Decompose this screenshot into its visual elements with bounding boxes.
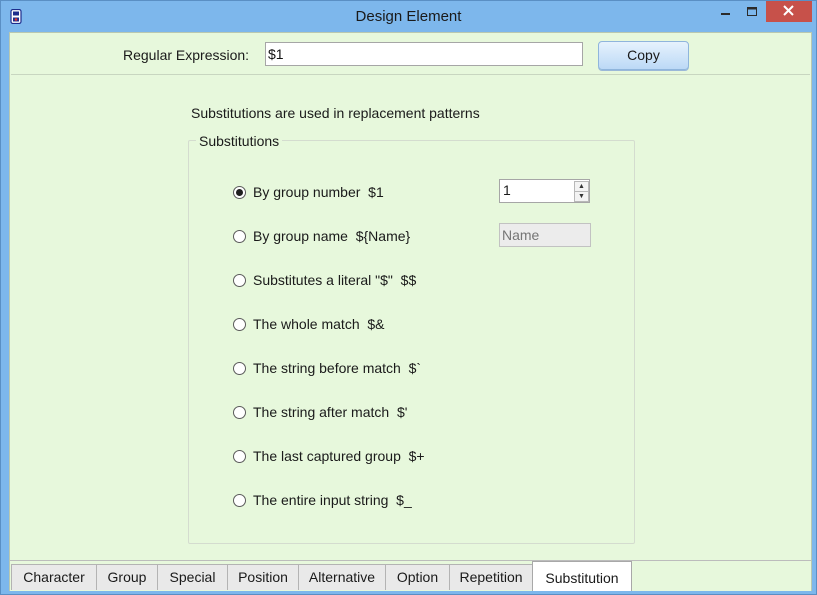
copy-button[interactable]: Copy <box>598 41 689 70</box>
header-divider <box>11 74 810 75</box>
minimize-button[interactable] <box>712 1 738 22</box>
close-icon <box>783 5 794 16</box>
radio-button[interactable] <box>233 361 246 375</box>
tab-substitution[interactable]: Substitution <box>532 561 632 591</box>
option-label: The string before match $` <box>253 360 422 376</box>
option-last-captured[interactable]: The last captured group $+ <box>233 447 425 465</box>
radio-button[interactable] <box>233 273 246 287</box>
option-label: The whole match $& <box>253 316 385 332</box>
tab-character[interactable]: Character <box>11 564 97 590</box>
option-label: By group number $1 <box>253 184 384 200</box>
tab-position[interactable]: Position <box>227 564 299 590</box>
groupbox-title: Substitutions <box>196 133 283 149</box>
option-literal-dollar[interactable]: Substitutes a literal "$" $$ <box>233 271 416 289</box>
option-label: By group name ${Name} <box>253 228 411 244</box>
option-entire-input[interactable]: The entire input string $_ <box>233 491 412 509</box>
group-number-spinner[interactable]: 1 ▲ ▼ <box>499 179 590 203</box>
radio-button[interactable] <box>233 185 246 199</box>
option-label: The last captured group $+ <box>253 448 425 464</box>
option-group-number[interactable]: By group number $1 <box>233 183 384 201</box>
maximize-button[interactable] <box>739 1 765 22</box>
panel-description: Substitutions are used in replacement pa… <box>191 105 480 121</box>
radio-button[interactable] <box>233 317 246 331</box>
substitution-panel: Substitutions are used in replacement pa… <box>11 76 810 560</box>
spinner-buttons: ▲ ▼ <box>574 181 589 202</box>
option-group-name[interactable]: By group name ${Name} <box>233 227 410 245</box>
tab-option[interactable]: Option <box>385 564 450 590</box>
group-name-input[interactable] <box>499 223 591 247</box>
spin-down-button[interactable]: ▼ <box>574 191 589 202</box>
design-element-window: Design Element Regular Expression: Copy … <box>0 0 817 595</box>
radio-button[interactable] <box>233 493 246 507</box>
group-number-value[interactable]: 1 <box>503 182 511 198</box>
tab-strip: Character Group Special Position Alterna… <box>10 560 811 591</box>
tab-group[interactable]: Group <box>96 564 158 590</box>
window-title: Design Element <box>355 8 462 25</box>
tab-repetition[interactable]: Repetition <box>449 564 533 590</box>
option-label: The entire input string $_ <box>253 492 412 508</box>
tab-alternative[interactable]: Alternative <box>298 564 386 590</box>
title-bar[interactable]: Design Element <box>1 1 816 32</box>
option-label: Substitutes a literal "$" $$ <box>253 272 417 288</box>
radio-button[interactable] <box>233 405 246 419</box>
regex-label: Regular Expression: <box>123 47 250 63</box>
minimize-icon <box>721 13 730 15</box>
option-label: The string after match $' <box>253 404 408 420</box>
client-area: Regular Expression: Copy Substitutions a… <box>9 32 812 591</box>
regex-input[interactable] <box>265 42 583 66</box>
option-after-match[interactable]: The string after match $' <box>233 403 407 421</box>
close-button[interactable] <box>766 1 812 22</box>
maximize-icon <box>747 7 757 16</box>
option-whole-match[interactable]: The whole match $& <box>233 315 385 333</box>
radio-button[interactable] <box>233 229 246 243</box>
option-before-match[interactable]: The string before match $` <box>233 359 421 377</box>
radio-button[interactable] <box>233 449 246 463</box>
tab-special[interactable]: Special <box>157 564 228 590</box>
